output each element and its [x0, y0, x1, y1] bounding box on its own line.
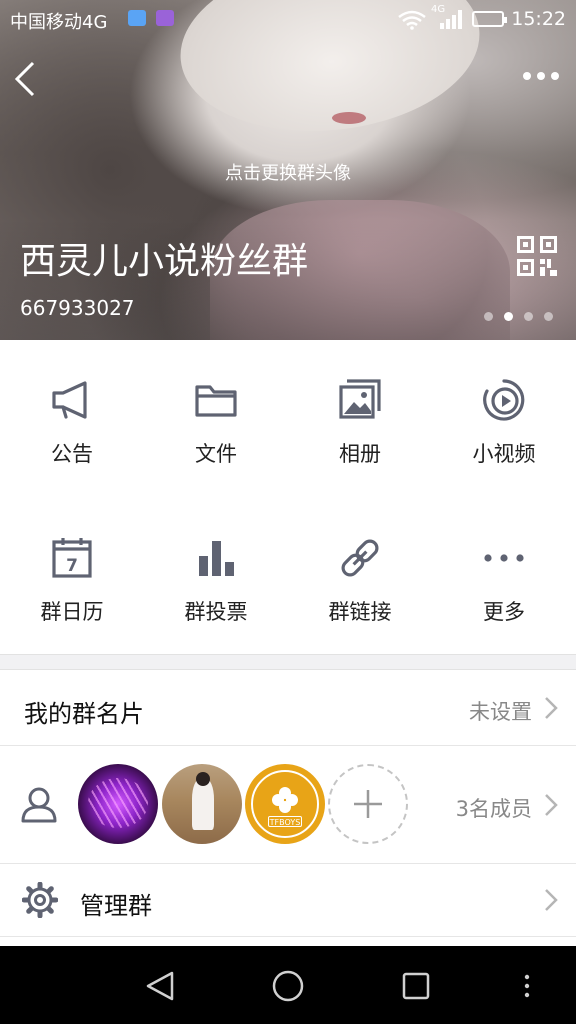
link-icon — [341, 539, 379, 577]
bar-chart-icon — [199, 541, 234, 576]
calendar-icon: 7 — [52, 538, 92, 578]
feature-vote[interactable]: 群投票 — [144, 534, 288, 626]
my-group-card-row[interactable]: 我的群名片 未设置 — [0, 670, 576, 744]
feature-calendar[interactable]: 7 群日历 — [0, 534, 144, 626]
feature-label: 相册 — [339, 442, 381, 466]
folder-icon — [195, 385, 237, 417]
back-arrow-icon[interactable] — [12, 60, 38, 98]
gallery-notification-icon — [156, 10, 174, 26]
feature-label: 群日历 — [40, 600, 104, 624]
member-avatar[interactable] — [78, 764, 158, 844]
nav-home-icon[interactable] — [271, 969, 305, 1003]
video-play-icon — [483, 379, 525, 421]
member-avatar[interactable]: TFBOYS — [245, 764, 325, 844]
section-separator — [0, 654, 576, 670]
nav-menu-icon[interactable] — [523, 974, 531, 998]
feature-label: 群链接 — [328, 600, 392, 624]
battery-icon — [472, 11, 507, 27]
gear-icon — [22, 882, 58, 918]
member-count: 3名成员 — [455, 797, 532, 821]
change-group-avatar-link[interactable]: 点击更换群头像 — [0, 159, 576, 185]
cover-page-indicator — [484, 312, 553, 321]
megaphone-icon — [52, 381, 87, 419]
cover-photo-face — [332, 112, 366, 124]
more-dots-icon — [484, 554, 524, 562]
feature-label: 公告 — [51, 442, 93, 466]
feature-label: 小视频 — [472, 442, 536, 466]
my-group-card-label: 我的群名片 — [24, 700, 144, 728]
member-avatar[interactable] — [162, 764, 242, 844]
manage-group-label: 管理群 — [80, 892, 152, 920]
members-icon — [21, 787, 57, 823]
feature-group-link[interactable]: 群链接 — [288, 534, 432, 626]
photo-album-icon — [339, 379, 381, 419]
feature-album[interactable]: 相册 — [288, 376, 432, 468]
feature-label: 文件 — [195, 442, 237, 466]
clock: 15:22 — [511, 8, 566, 30]
nav-back-icon[interactable] — [144, 970, 176, 1002]
feature-label: 更多 — [483, 600, 525, 624]
signal-icon — [440, 10, 462, 29]
wifi-icon — [398, 10, 426, 30]
status-bar: 中国移动4G 4G 15:22 — [0, 0, 576, 40]
manage-group-row[interactable]: 管理群 — [0, 864, 576, 936]
group-id: 667933027 — [20, 296, 135, 320]
group-name: 西灵儿小说粉丝群 — [20, 241, 309, 282]
feature-label: 群投票 — [184, 600, 248, 624]
feature-short-video[interactable]: 小视频 — [432, 376, 576, 468]
carrier-label: 中国移动4G — [10, 12, 108, 33]
row-divider — [0, 936, 576, 937]
page-dot-active — [504, 312, 513, 321]
add-member-button[interactable] — [328, 764, 408, 844]
qr-code-icon[interactable] — [517, 236, 557, 276]
plus-icon — [354, 790, 382, 818]
chevron-right-icon — [545, 794, 558, 816]
feature-announcement[interactable]: 公告 — [0, 376, 144, 468]
my-group-card-value: 未设置 — [469, 700, 532, 724]
avatar-badge: TFBOYS — [268, 816, 302, 827]
page-dot — [544, 312, 553, 321]
clover-icon — [272, 787, 298, 813]
page-dot — [484, 312, 493, 321]
chevron-right-icon — [545, 889, 558, 911]
location-icon — [128, 10, 146, 26]
feature-more[interactable]: 更多 — [432, 534, 576, 626]
chevron-right-icon — [545, 697, 558, 719]
nav-recents-icon[interactable] — [402, 972, 430, 1000]
feature-files[interactable]: 文件 — [144, 376, 288, 468]
feature-grid: 公告 文件 相册 小视频 7 群日历 群投票 群链接 更多 — [0, 340, 576, 654]
more-options-icon[interactable] — [522, 70, 560, 82]
page-dot — [524, 312, 533, 321]
calendar-day: 7 — [66, 556, 78, 576]
system-navigation-bar — [0, 946, 576, 1024]
